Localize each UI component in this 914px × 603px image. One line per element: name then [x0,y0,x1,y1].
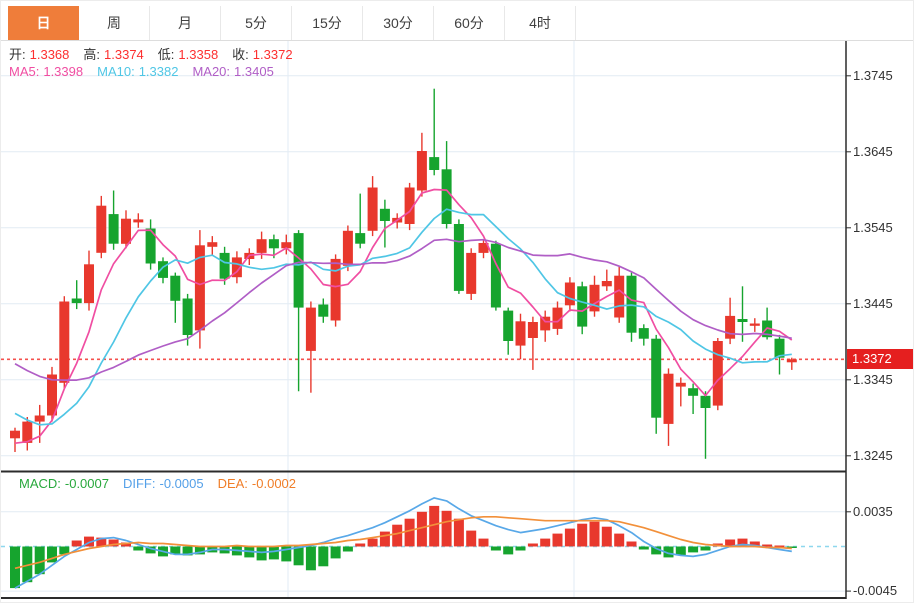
high-label: 高: [83,47,100,62]
timeframe-tabbar: 日周月5分15分30分60分4时 [1,1,914,41]
low-label: 低: [158,47,175,62]
tab-week[interactable]: 周 [79,6,150,40]
price-tick-label: 1.3545 [853,220,913,236]
price-tick-label: 1.3245 [853,448,913,464]
chart-window: 日周月5分15分30分60分4时 开: 1.3368 高: 1.3374 低:1.335… [0,0,914,603]
tab-30min[interactable]: 30分 [363,6,434,40]
price-tick-label: 1.3645 [853,144,913,160]
open-label: 开: [9,47,26,62]
low-value: 1.3358 [178,47,218,62]
tab-month[interactable]: 月 [150,6,221,40]
open-value: 1.3368 [30,47,70,62]
ma10-label: MA10: [97,64,135,79]
ma20-label: MA20: [192,64,230,79]
close-value: 1.3372 [253,47,293,62]
diff-label: DIFF: [123,476,156,491]
tab-day[interactable]: 日 [8,6,79,40]
dea-value: -0.0002 [252,476,296,491]
tab-5min[interactable]: 5分 [221,6,292,40]
candlestick-chart[interactable] [1,41,846,471]
ma10-value: 1.3382 [139,64,179,79]
high-value: 1.3374 [104,47,144,62]
ohlc-legend: 开: 1.3368 高: 1.3374 低:1.3358 收: 1.3372 [9,44,297,63]
macd-tick-label: -0.0045 [853,583,913,599]
ma20-value: 1.3405 [234,64,274,79]
close-label: 收: [232,47,249,62]
dea-label: DEA: [218,476,248,491]
price-tick-label: 1.3445 [853,296,913,312]
tab-15min[interactable]: 15分 [292,6,363,40]
ma-legend: MA5: 1.3398 MA10: 1.3382 MA20: 1.3405 [9,64,278,79]
macd-legend: MACD: -0.0007 DIFF:-0.0005 DEA: -0.0002 [19,476,300,491]
current-price-badge: 1.3372 [847,349,914,369]
macd-label: MACD: [19,476,61,491]
ma5-value: 1.3398 [43,64,83,79]
diff-value: -0.0005 [159,476,203,491]
tab-60min[interactable]: 60分 [434,6,505,40]
macd-tick-label: 0.0035 [853,504,913,520]
tab-4hour[interactable]: 4时 [505,6,576,40]
price-tick-label: 1.3345 [853,372,913,388]
macd-value: -0.0007 [65,476,109,491]
price-tick-label: 1.3745 [853,68,913,84]
ma5-label: MA5: [9,64,39,79]
